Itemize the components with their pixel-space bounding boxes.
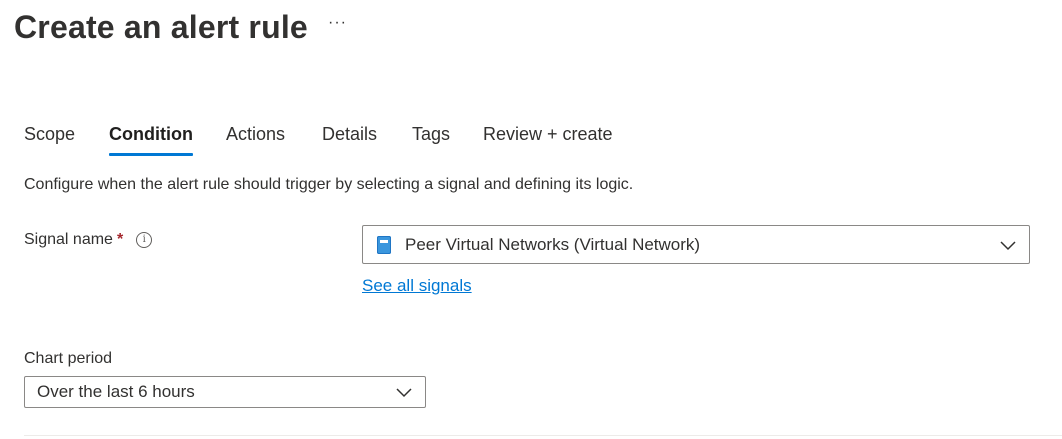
tab-actions[interactable]: Actions [226,120,285,148]
tab-review-create[interactable]: Review + create [483,120,613,148]
virtual-network-icon [377,235,391,254]
section-divider [24,435,1062,436]
tab-condition[interactable]: Condition [109,120,193,156]
required-marker: * [116,231,124,248]
chart-period-label: Chart period [24,350,113,367]
tab-tags[interactable]: Tags [412,120,450,148]
tab-scope[interactable]: Scope [24,120,75,148]
more-options-button[interactable]: ··· [328,14,347,32]
chart-period-value: Over the last 6 hours [37,382,195,401]
signal-name-text: Signal name [24,231,113,248]
condition-description: Configure when the alert rule should tri… [24,176,634,193]
chevron-down-icon [396,388,412,398]
signal-name-dropdown[interactable]: Peer Virtual Networks (Virtual Network) [362,225,1030,264]
alert-rule-page: Create an alert rule ··· Scope Condition… [0,0,1062,439]
chart-period-dropdown[interactable]: Over the last 6 hours [24,376,426,408]
chevron-down-icon [1000,240,1016,250]
page-title: Create an alert rule [14,9,308,45]
signal-name-value: Peer Virtual Networks (Virtual Network) [405,234,701,254]
info-icon[interactable]: i [136,232,153,248]
tab-details[interactable]: Details [322,120,377,148]
signal-name-label: Signal name * i [24,231,153,249]
see-all-signals-link[interactable]: See all signals [362,276,472,296]
